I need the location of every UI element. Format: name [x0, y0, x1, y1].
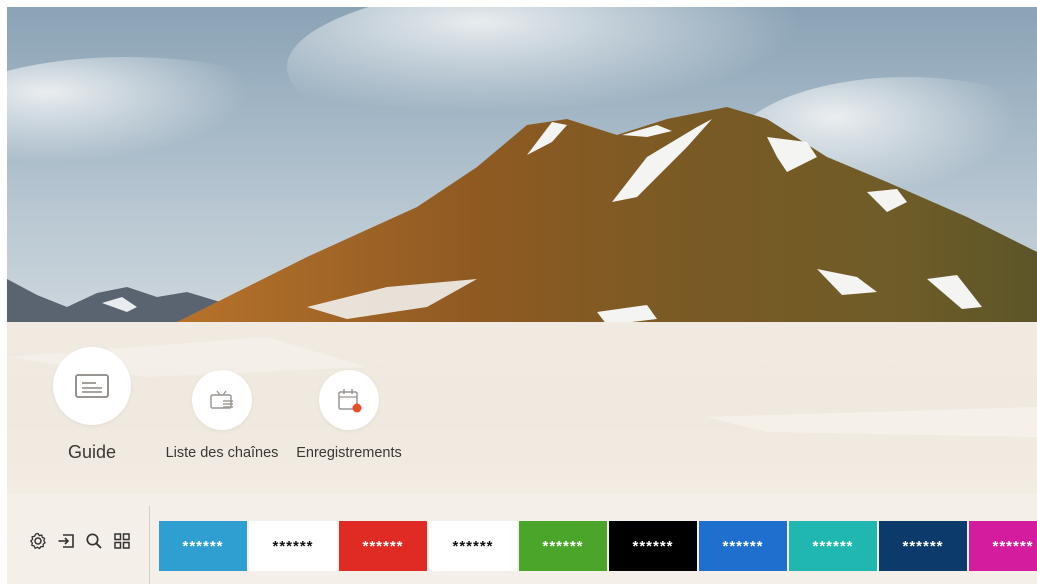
tv-home-screen: Guide Liste des chaînes Enregistrements …: [7, 7, 1037, 584]
source-icon[interactable]: [57, 532, 75, 550]
channel-list-label: Liste des chaînes: [165, 445, 279, 461]
recordings-button[interactable]: [319, 370, 379, 430]
submenu-item-channel-list[interactable]: Liste des chaînes: [157, 370, 287, 461]
apps-icon[interactable]: [113, 532, 131, 550]
app-tile[interactable]: ******: [789, 521, 877, 571]
app-tile[interactable]: ******: [519, 521, 607, 571]
app-tile[interactable]: ******: [249, 521, 337, 571]
recordings-icon: [338, 389, 362, 413]
guide-button[interactable]: [53, 347, 131, 425]
app-tile[interactable]: ******: [969, 521, 1037, 571]
guide-icon: [75, 374, 109, 398]
channel-list-button[interactable]: [192, 370, 252, 430]
app-tile[interactable]: ******: [159, 521, 247, 571]
smart-hub-launcher-bar: ****** ****** ****** ****** ****** *****…: [7, 494, 1037, 584]
app-tile[interactable]: ******: [609, 521, 697, 571]
app-tile[interactable]: ******: [429, 521, 517, 571]
settings-icon[interactable]: [29, 532, 47, 550]
system-icons-group: [29, 532, 131, 550]
recordings-label: Enregistrements: [296, 445, 402, 461]
submenu-item-recordings[interactable]: Enregistrements: [289, 370, 409, 461]
record-dot-icon: [352, 403, 362, 413]
app-tile[interactable]: ******: [339, 521, 427, 571]
guide-submenu: Guide Liste des chaînes Enregistrements: [7, 322, 1037, 498]
launcher-divider: [149, 506, 150, 584]
submenu-item-guide[interactable]: Guide: [47, 347, 137, 463]
search-icon[interactable]: [85, 532, 103, 550]
guide-label: Guide: [67, 442, 117, 462]
app-tiles-row: ****** ****** ****** ****** ****** *****…: [159, 521, 1037, 571]
app-tile[interactable]: ******: [699, 521, 787, 571]
channel-list-icon: [210, 390, 233, 409]
app-tile[interactable]: ******: [879, 521, 967, 571]
